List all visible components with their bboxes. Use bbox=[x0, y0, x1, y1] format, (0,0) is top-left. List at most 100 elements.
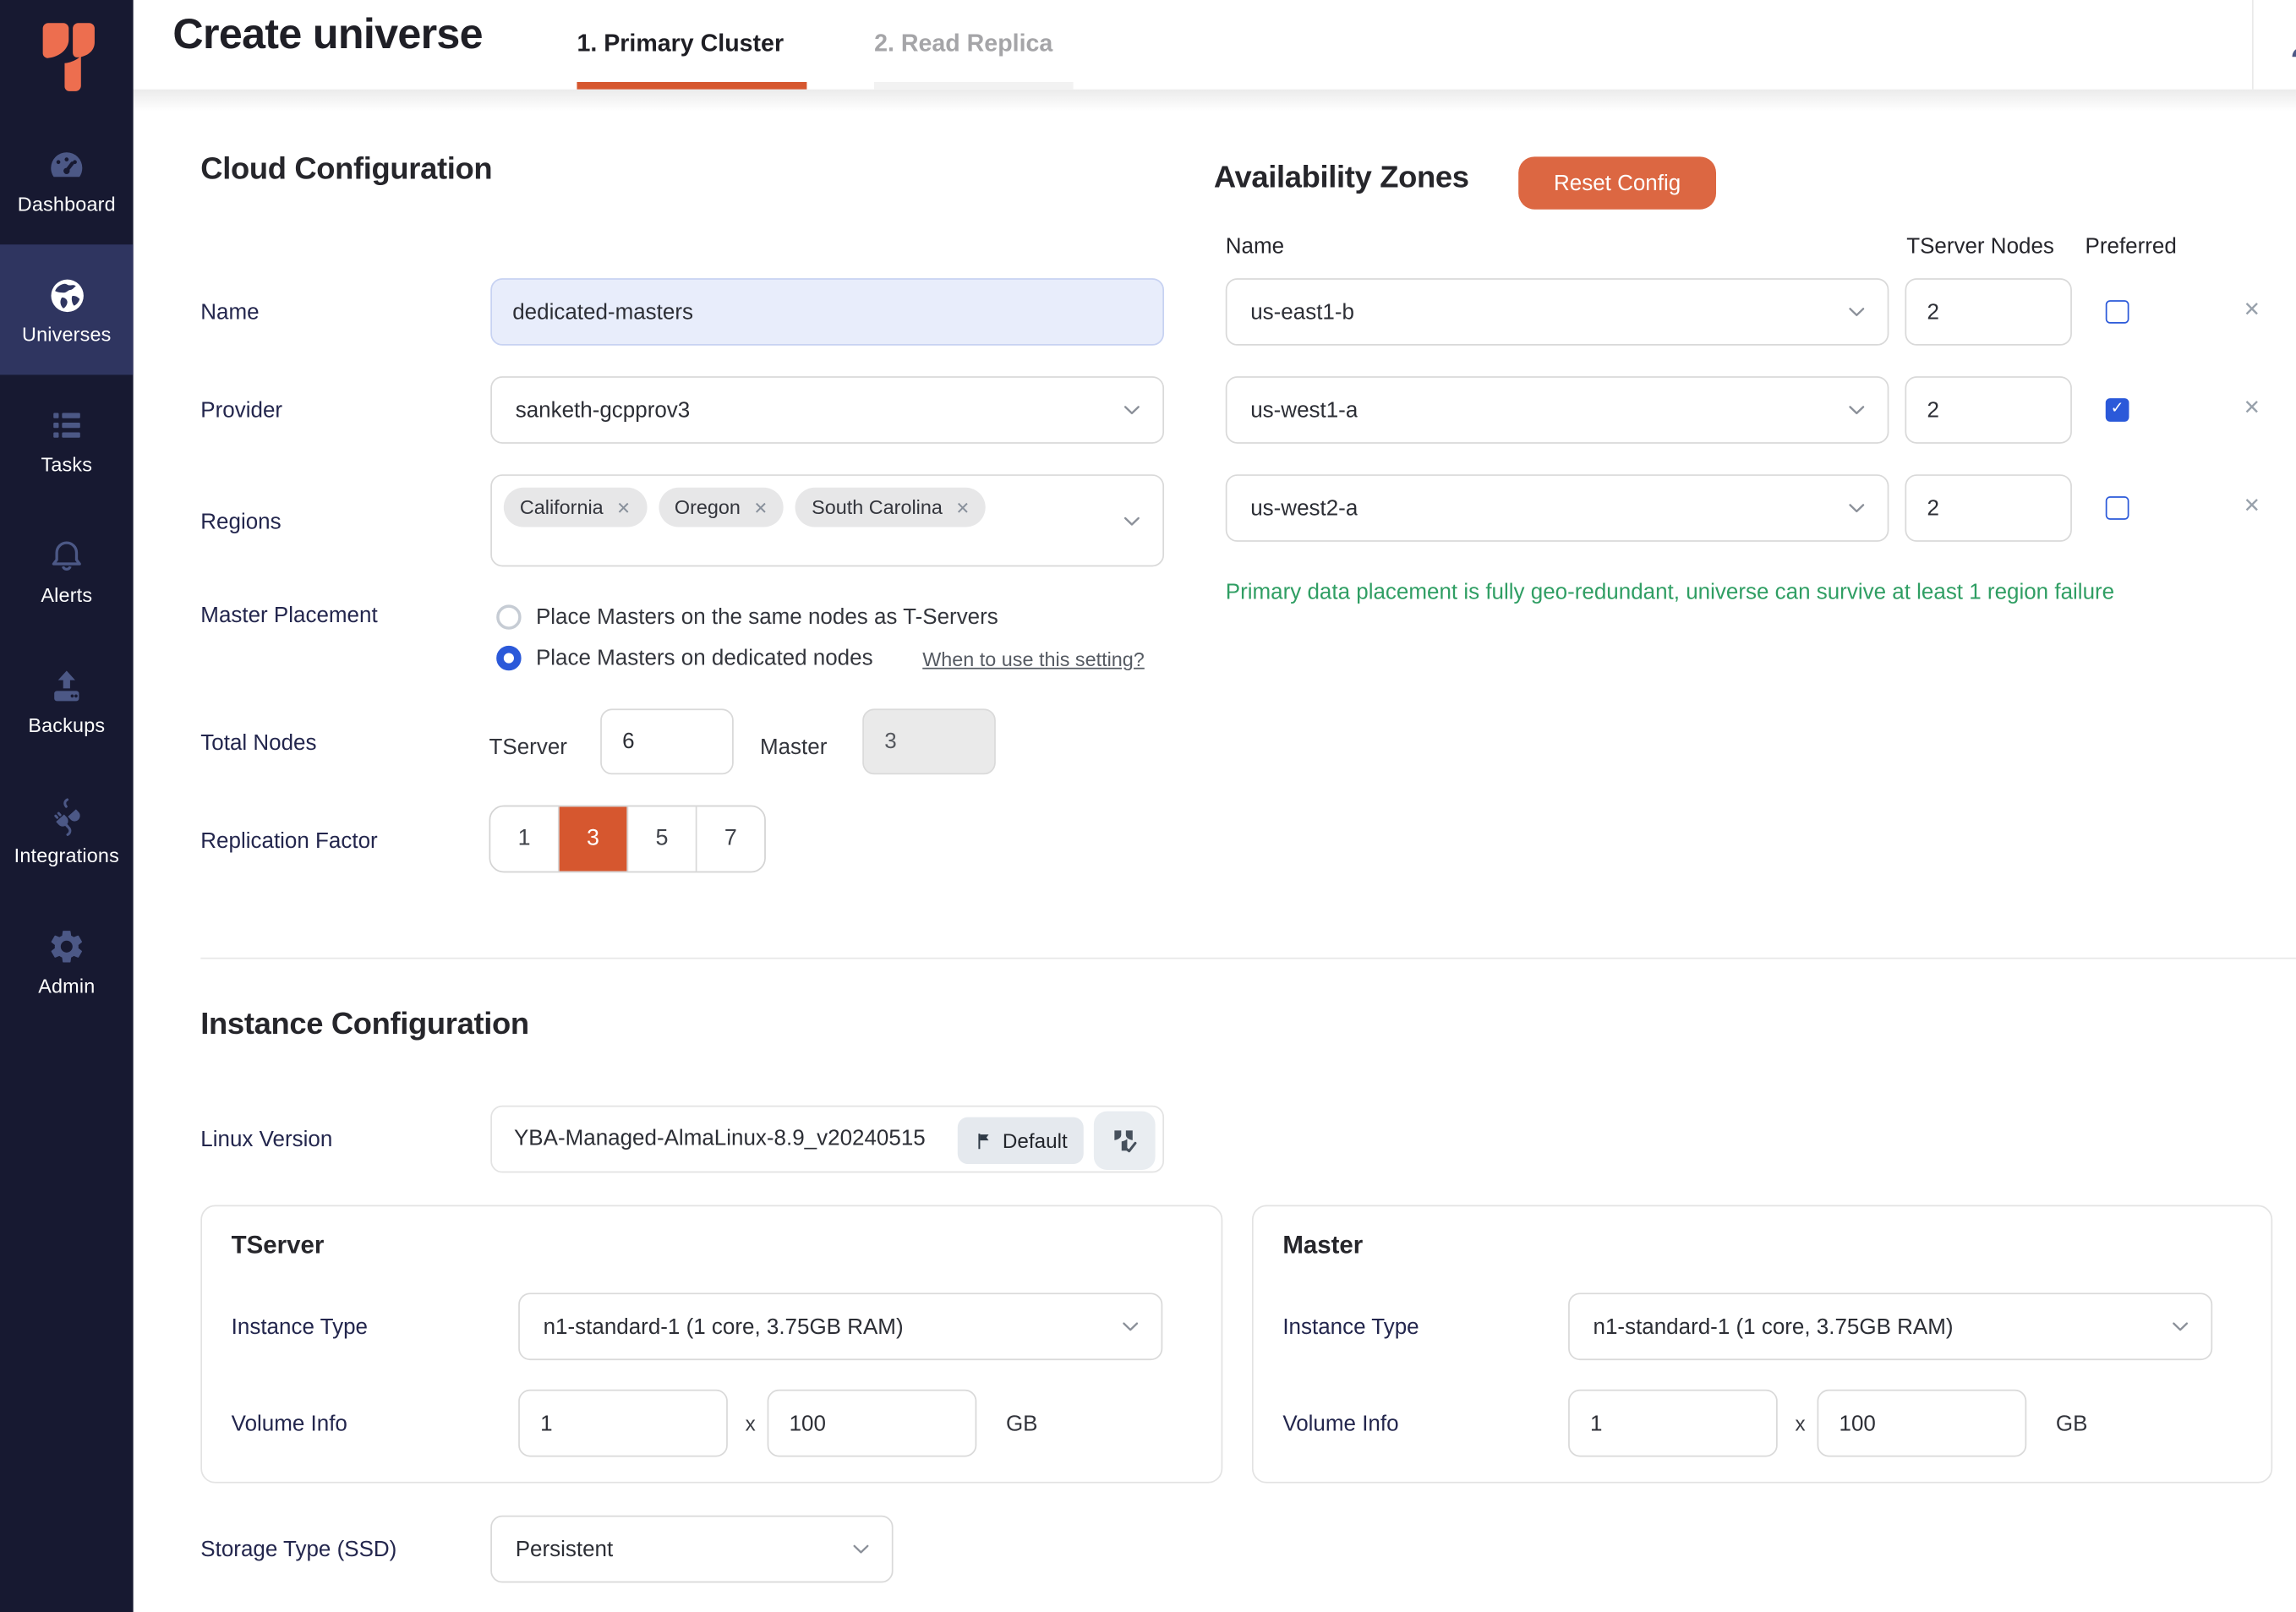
sidebar-item-backups[interactable]: Backups bbox=[0, 636, 134, 766]
replication-factor-option-7[interactable]: 7 bbox=[697, 806, 764, 871]
topbar-divider bbox=[2252, 0, 2254, 90]
universe-name-input[interactable] bbox=[490, 278, 1164, 346]
remove-zone-icon[interactable] bbox=[2244, 298, 2260, 324]
sidebar-item-integrations[interactable]: Integrations bbox=[0, 766, 134, 896]
reset-config-button[interactable]: Reset Config bbox=[1518, 156, 1716, 209]
master-instance-type-select[interactable]: n1-standard-1 (1 core, 3.75GB RAM) bbox=[1568, 1292, 2212, 1360]
plug-icon bbox=[46, 795, 87, 836]
topbar: Create universe 1. Primary Cluster 2. Re… bbox=[134, 0, 2296, 90]
page-title: Create universe bbox=[172, 12, 483, 60]
remove-zone-icon[interactable] bbox=[2244, 494, 2260, 520]
storage-type-select[interactable]: Persistent bbox=[490, 1516, 893, 1583]
regions-multiselect[interactable]: California Oregon South Carolina bbox=[490, 474, 1164, 566]
master-volume-count-input[interactable] bbox=[1568, 1390, 1778, 1457]
yugabyte-logo[interactable] bbox=[0, 0, 134, 114]
remove-region-icon[interactable] bbox=[955, 496, 970, 518]
globe-icon bbox=[46, 275, 87, 315]
provider-select[interactable]: sanketh-gcpprov3 bbox=[490, 376, 1164, 444]
replication-factor-option-5[interactable]: 5 bbox=[628, 806, 697, 871]
az-tserver-nodes-input[interactable] bbox=[1905, 278, 2071, 346]
preferred-checkbox[interactable] bbox=[2106, 300, 2129, 324]
az-select[interactable]: us-west1-a bbox=[1226, 376, 1889, 444]
remove-region-icon[interactable] bbox=[616, 496, 631, 518]
instance-type-value: n1-standard-1 (1 core, 3.75GB RAM) bbox=[520, 1314, 904, 1339]
master-nodes-input bbox=[862, 708, 996, 774]
instance-type-label: Instance Type bbox=[1282, 1314, 1419, 1339]
tab-underline bbox=[874, 82, 1074, 90]
master-volume-size-input[interactable] bbox=[1818, 1390, 2027, 1457]
master-card-title: Master bbox=[1282, 1232, 1363, 1261]
az-tserver-nodes-input[interactable] bbox=[1905, 474, 2071, 542]
linux-version-value: YBA-Managed-AlmaLinux-8.9_v20240515 bbox=[514, 1126, 926, 1150]
az-tserver-nodes-input[interactable] bbox=[1905, 376, 2071, 444]
remove-region-icon[interactable] bbox=[754, 496, 768, 518]
radio-masters-dedicated-nodes[interactable] bbox=[496, 646, 521, 670]
when-to-use-link[interactable]: When to use this setting? bbox=[922, 648, 1145, 670]
availability-zones-heading: Availability Zones bbox=[1214, 161, 1469, 197]
az-value: us-west1-a bbox=[1227, 397, 1358, 422]
yb-verified-icon[interactable] bbox=[1094, 1112, 1156, 1170]
tab-underline bbox=[577, 82, 806, 90]
remove-zone-icon[interactable] bbox=[2244, 396, 2260, 422]
az-select[interactable]: us-west2-a bbox=[1226, 474, 1889, 542]
tserver-nodes-input[interactable] bbox=[600, 708, 734, 774]
sidebar-nav: Dashboard Universes Tasks Alerts bbox=[0, 0, 134, 1612]
sidebar-item-dashboard[interactable]: Dashboard bbox=[0, 114, 134, 244]
region-chip-label: Oregon bbox=[675, 496, 741, 518]
master-count-label: Master bbox=[760, 735, 827, 760]
sidebar-item-label: Admin bbox=[38, 975, 95, 997]
replication-factor-option-1[interactable]: 1 bbox=[490, 806, 559, 871]
tserver-instance-type-select[interactable]: n1-standard-1 (1 core, 3.75GB RAM) bbox=[518, 1292, 1162, 1360]
sidebar-item-tasks[interactable]: Tasks bbox=[0, 374, 134, 505]
az-value: us-east1-b bbox=[1227, 299, 1353, 324]
sidebar-item-label: Tasks bbox=[41, 453, 92, 475]
gear-icon bbox=[46, 926, 86, 967]
backup-upload-icon bbox=[46, 665, 86, 706]
main-content: Cloud Configuration Name Provider sanket… bbox=[0, 0, 2296, 1612]
region-chips: California Oregon South Carolina bbox=[504, 488, 986, 527]
radio-masters-same-nodes[interactable] bbox=[496, 604, 521, 629]
geo-redundancy-status: Primary data placement is fully geo-redu… bbox=[1226, 580, 2236, 604]
volume-unit-label: GB bbox=[2056, 1412, 2088, 1436]
volume-info-label: Volume Info bbox=[1282, 1412, 1398, 1436]
region-chip: California bbox=[504, 488, 647, 527]
default-badge-label: Default bbox=[1003, 1128, 1068, 1152]
az-column-preferred: Preferred bbox=[2086, 234, 2177, 259]
preferred-checkbox[interactable] bbox=[2106, 496, 2129, 520]
preferred-checkbox[interactable] bbox=[2106, 398, 2129, 422]
chevron-down-icon bbox=[2168, 1314, 2194, 1340]
tab-label: 2. Read Replica bbox=[874, 30, 1052, 58]
tab-read-replica[interactable]: 2. Read Replica bbox=[874, 0, 1074, 90]
sidebar-item-admin[interactable]: Admin bbox=[0, 896, 134, 1026]
tserver-volume-size-input[interactable] bbox=[768, 1390, 977, 1457]
user-avatar-icon[interactable] bbox=[2286, 25, 2296, 63]
sidebar-item-label: Alerts bbox=[41, 583, 92, 605]
az-select[interactable]: us-east1-b bbox=[1226, 278, 1889, 346]
volume-info-label: Volume Info bbox=[232, 1412, 347, 1436]
chevron-down-icon bbox=[1118, 507, 1145, 533]
default-badge: Default bbox=[957, 1117, 1084, 1164]
sidebar-item-label: Backups bbox=[28, 713, 105, 735]
az-value: us-west2-a bbox=[1227, 495, 1358, 520]
cloud-configuration-heading: Cloud Configuration bbox=[200, 152, 492, 188]
dashboard-gauge-icon bbox=[46, 145, 86, 185]
radio-label: Place Masters on the same nodes as T-Ser… bbox=[536, 604, 998, 629]
flag-icon bbox=[973, 1129, 993, 1151]
chevron-down-icon bbox=[1844, 298, 1870, 325]
sidebar-item-universes[interactable]: Universes bbox=[0, 244, 134, 374]
region-chip: Oregon bbox=[659, 488, 784, 527]
volume-unit-label: GB bbox=[1006, 1412, 1038, 1436]
yugabyte-logo-icon bbox=[33, 18, 101, 97]
tserver-card-title: TServer bbox=[232, 1232, 325, 1261]
tserver-volume-count-input[interactable] bbox=[518, 1390, 728, 1457]
instance-type-label: Instance Type bbox=[232, 1314, 368, 1339]
replication-factor-option-3[interactable]: 3 bbox=[560, 806, 628, 871]
tab-label: 1. Primary Cluster bbox=[577, 30, 784, 58]
task-list-icon bbox=[46, 405, 86, 445]
chevron-down-icon bbox=[1844, 396, 1870, 423]
sidebar-item-alerts[interactable]: Alerts bbox=[0, 505, 134, 636]
bell-icon bbox=[46, 535, 86, 576]
tab-primary-cluster[interactable]: 1. Primary Cluster bbox=[577, 0, 806, 90]
linux-version-field[interactable]: YBA-Managed-AlmaLinux-8.9_v20240515 Defa… bbox=[490, 1106, 1164, 1173]
total-nodes-label: Total Nodes bbox=[200, 730, 316, 755]
